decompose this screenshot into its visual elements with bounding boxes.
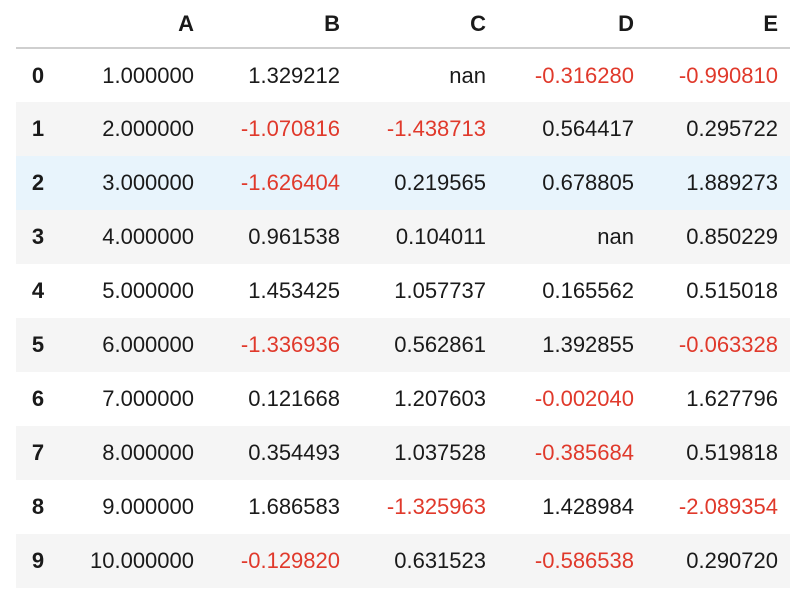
table-row: 1 2.000000 -1.070816 -1.438713 0.564417 0.295… (16, 102, 790, 156)
cell-b: -1.070816 (240, 116, 340, 141)
cell-d: 0.564417 (542, 116, 634, 141)
cell-a: 3.000000 (102, 170, 194, 195)
cell-c: 1.207603 (394, 386, 486, 411)
cell-a: 1.000000 (102, 62, 194, 88)
table-row: 9 10.000000 -0.129820 0.631523 -0.586538 0.29… (16, 534, 790, 588)
column-header-e: E (646, 0, 790, 49)
cell-b: -1.626404 (240, 170, 340, 195)
table-header: A B C D E (16, 0, 790, 49)
dataframe-container: A B C D E 0 1.000000 1.329212 nan -0.316280 -… (16, 0, 790, 588)
cell-b: 0.961538 (248, 224, 340, 249)
cell-e: -0.990810 (678, 62, 778, 88)
cell-a: 2.000000 (102, 116, 194, 141)
cell-a: 9.000000 (102, 494, 194, 519)
cell-b: -0.129820 (240, 548, 340, 573)
table-row: 7 8.000000 0.354493 1.037528 -0.385684 0.5198… (16, 426, 790, 480)
cell-c: nan (449, 62, 486, 88)
cell-b: 0.121668 (248, 386, 340, 411)
cell-e: 0.290720 (686, 548, 778, 573)
cell-d: -0.586538 (534, 548, 634, 573)
cell-c: 0.104011 (395, 224, 486, 249)
cell-c: 1.037528 (394, 440, 486, 465)
column-header-d: D (498, 0, 646, 49)
row-index-label: 4 (31, 278, 45, 303)
cell-e: 1.627796 (686, 386, 778, 411)
table-row: 8 9.000000 1.686583 -1.325963 1.428984 -2.089… (16, 480, 790, 534)
cell-d: -0.002040 (534, 386, 634, 411)
cell-d: 1.392855 (542, 332, 634, 357)
row-index-label: 6 (31, 386, 45, 411)
row-index-label: 9 (31, 548, 45, 573)
index-header-blank (16, 0, 60, 49)
cell-c: 1.057737 (394, 278, 486, 303)
row-index-label: 0 (31, 62, 45, 88)
cell-c: 0.631523 (394, 548, 486, 573)
cell-d: nan (597, 224, 634, 249)
cell-c: 0.562861 (394, 332, 486, 357)
row-index-label: 1 (31, 116, 45, 141)
table-row: 5 6.000000 -1.336936 0.562861 1.392855 -0.063… (16, 318, 790, 372)
table-row: 6 7.000000 0.121668 1.207603 -0.002040 1.6277… (16, 372, 790, 426)
cell-a: 6.000000 (102, 332, 194, 357)
cell-e: -2.089354 (678, 494, 778, 519)
cell-a: 10.000000 (90, 548, 194, 573)
dataframe-table: A B C D E 0 1.000000 1.329212 nan -0.316280 -… (16, 0, 790, 588)
cell-e: 0.519818 (686, 440, 778, 465)
cell-d: -0.385684 (534, 440, 634, 465)
cell-d: 0.678805 (542, 170, 634, 195)
cell-e: -0.063328 (678, 332, 778, 357)
table-row: 4 5.000000 1.453425 1.057737 0.165562 0.51501… (16, 264, 790, 318)
cell-b: 1.329212 (248, 62, 340, 88)
cell-c: -1.438713 (386, 116, 486, 141)
table-row: 3 4.000000 0.961538 0.104011 nan 0.850229 (16, 210, 790, 264)
cell-c: 0.219565 (394, 170, 486, 195)
cell-e: 1.889273 (686, 170, 778, 195)
header-row: A B C D E (16, 0, 790, 49)
table-body: 0 1.000000 1.329212 nan -0.316280 -0.990810 1 2… (16, 48, 790, 588)
cell-b: 0.354493 (248, 440, 340, 465)
row-index-label: 3 (31, 224, 45, 249)
cell-c: -1.325963 (386, 494, 486, 519)
cell-e: 0.295722 (686, 116, 778, 141)
column-header-b: B (206, 0, 352, 49)
cell-d: 0.165562 (542, 278, 634, 303)
table-row: 0 1.000000 1.329212 nan -0.316280 -0.990810 (16, 48, 790, 102)
cell-b: -1.336936 (240, 332, 340, 357)
cell-d: -0.316280 (534, 62, 634, 88)
column-header-a: A (60, 0, 206, 49)
cell-e: 0.515018 (686, 278, 778, 303)
cell-d: 1.428984 (542, 494, 634, 519)
row-index-label: 7 (31, 440, 45, 465)
row-index-label: 2 (31, 170, 45, 195)
cell-b: 1.686583 (248, 494, 340, 519)
cell-b: 1.453425 (248, 278, 340, 303)
column-header-c: C (352, 0, 498, 49)
cell-e: 0.850229 (686, 224, 778, 249)
row-index-label: 5 (31, 332, 45, 357)
cell-a: 4.000000 (102, 224, 194, 249)
row-index-label: 8 (31, 494, 45, 519)
cell-a: 7.000000 (102, 386, 194, 411)
cell-a: 8.000000 (102, 440, 194, 465)
cell-a: 5.000000 (102, 278, 194, 303)
table-row: 2 3.000000 -1.626404 0.219565 0.678805 1.8892… (16, 156, 790, 210)
